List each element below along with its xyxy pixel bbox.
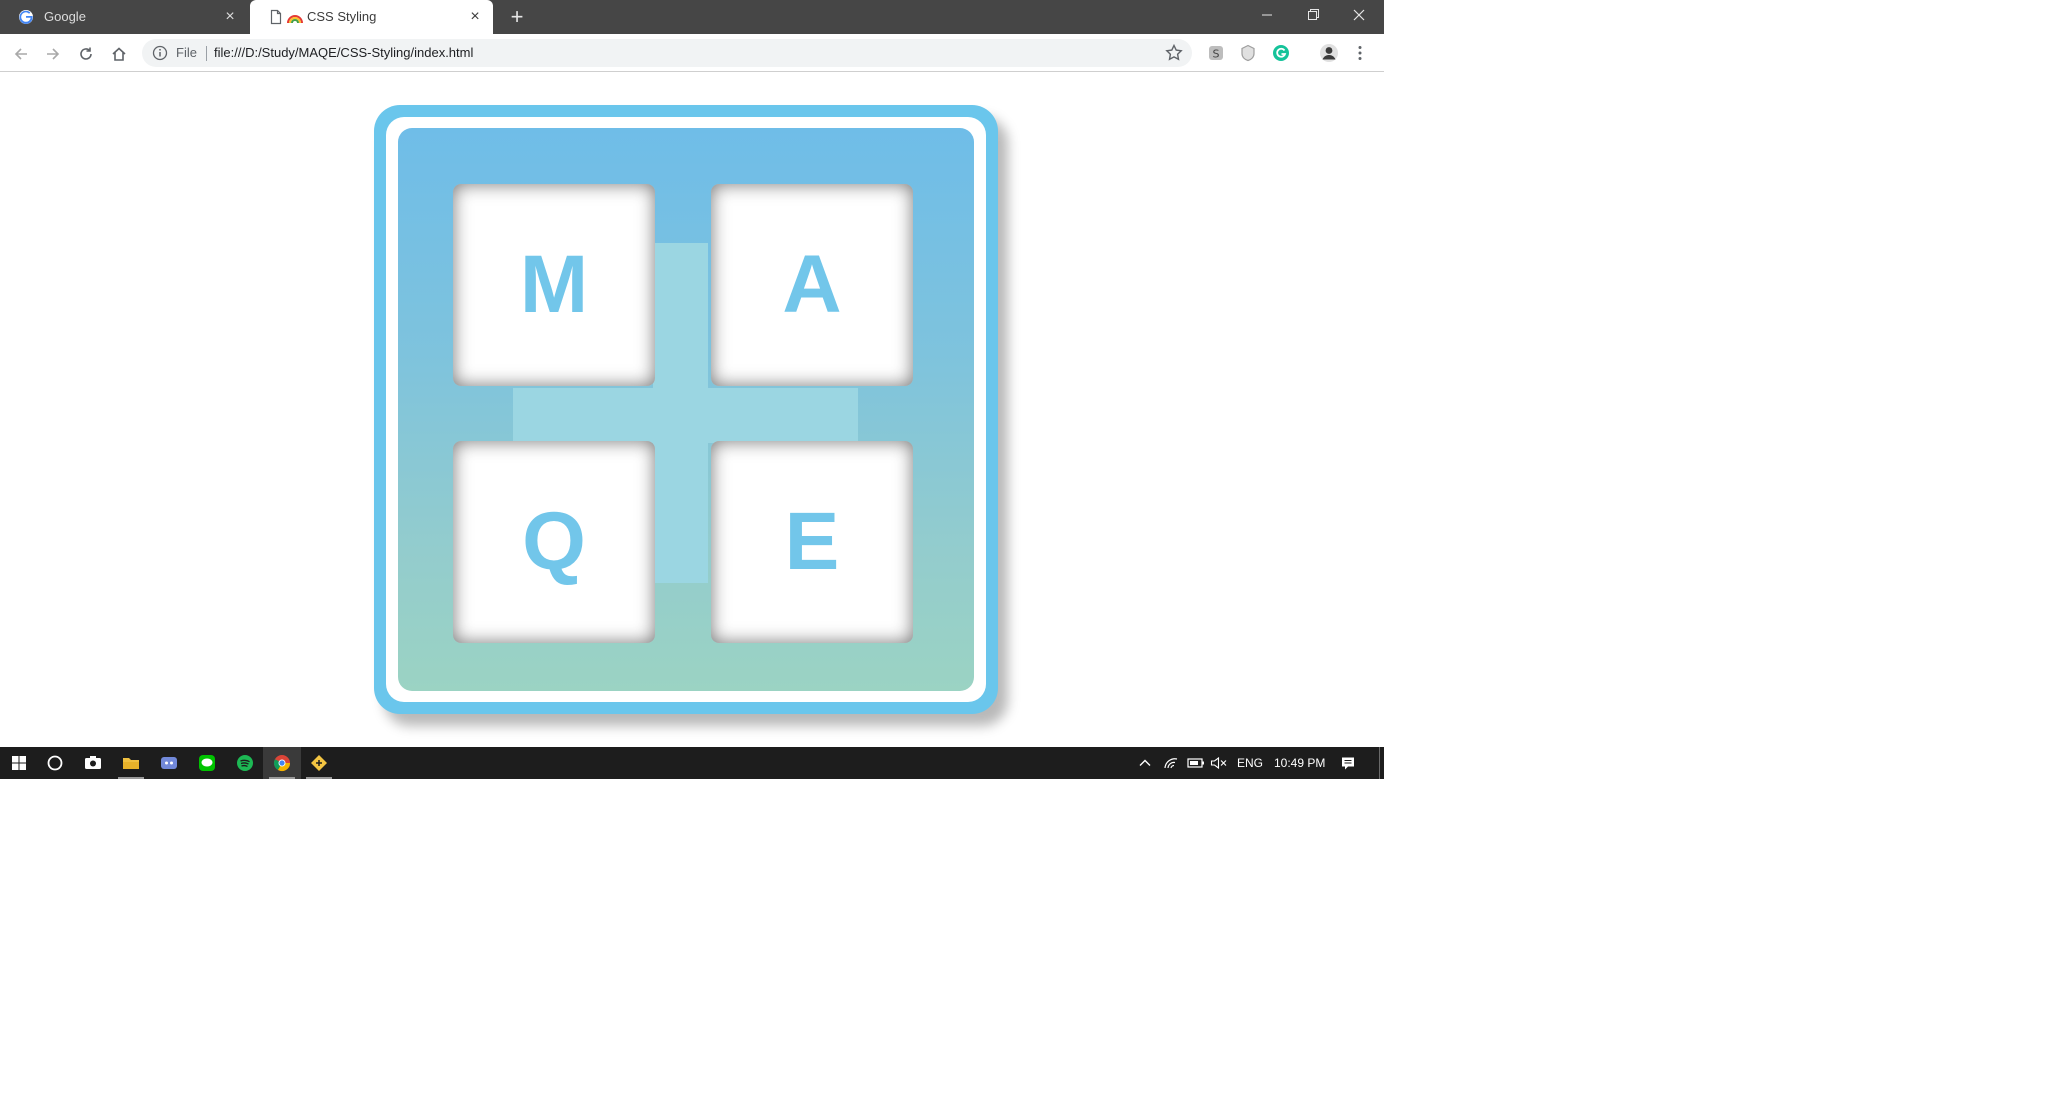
windows-logo-icon (12, 756, 26, 770)
taskbar-line[interactable] (188, 747, 226, 779)
letter-a: A (782, 239, 842, 330)
url-text[interactable]: file:///D:/Study/MAQE/CSS-Styling/index.… (214, 45, 473, 60)
discord-icon (161, 757, 177, 769)
tray-battery[interactable] (1187, 747, 1205, 779)
letter-card-q: Q (453, 441, 655, 643)
separator (206, 46, 207, 61)
frame-white-border: M A Q E (386, 117, 986, 702)
tab-title: Google (44, 9, 86, 24)
reload-button[interactable] (73, 41, 99, 67)
profile-avatar-icon[interactable] (1319, 43, 1339, 63)
back-button[interactable] (8, 41, 34, 67)
close-icon[interactable]: × (465, 7, 485, 27)
grammarly-icon[interactable] (1271, 43, 1291, 63)
arrow-right-icon (47, 48, 60, 60)
folder-icon (123, 758, 139, 769)
letter-card-m: M (453, 184, 655, 386)
extension-shield-icon[interactable] (1238, 43, 1258, 63)
star-icon[interactable] (1164, 43, 1184, 63)
cortana-circle-icon (47, 755, 63, 771)
restore-icon (1308, 9, 1319, 20)
volume-muted-icon (1210, 756, 1227, 770)
close-icon[interactable]: × (220, 7, 240, 27)
start-button[interactable] (0, 747, 38, 779)
letter-e: E (784, 496, 840, 587)
tray-network[interactable] (1163, 747, 1179, 779)
restore-button[interactable] (1290, 0, 1336, 30)
taskbar-spotify[interactable] (226, 747, 264, 779)
tab-google[interactable]: Google × (0, 0, 248, 34)
home-icon (112, 47, 126, 61)
cross-horizontal-bar (513, 388, 858, 443)
svg-text:S: S (1213, 48, 1220, 61)
letter-q: Q (522, 496, 586, 587)
close-window-button[interactable] (1336, 0, 1382, 30)
taskbar-chrome[interactable] (263, 747, 301, 779)
arrow-left-icon (14, 48, 27, 60)
screen: Google × CSS Styling × + File file:///D:… (0, 0, 2064, 1104)
letter-card-a: A (711, 184, 913, 386)
google-icon (19, 10, 33, 24)
desktop: Google × CSS Styling × + File file:///D:… (0, 0, 1384, 779)
frame-gradient-panel: M A Q E (398, 128, 974, 691)
page-viewport: M A Q E (0, 73, 1384, 747)
browser-toolbar: File file:///D:/Study/MAQE/CSS-Styling/i… (0, 34, 1384, 72)
scheme-label: File (176, 45, 197, 60)
camera-icon (85, 756, 101, 769)
wifi-icon (1164, 758, 1178, 769)
minimize-icon (1262, 14, 1272, 16)
tray-clock[interactable]: 10:49 PM (1274, 747, 1325, 779)
battery-icon (1187, 758, 1204, 768)
home-button[interactable] (106, 41, 132, 67)
show-desktop-divider[interactable] (1379, 747, 1380, 779)
tray-overflow[interactable] (1138, 747, 1152, 779)
cortana-button[interactable] (36, 747, 74, 779)
letter-m: M (519, 239, 589, 330)
taskbar-git-app[interactable] (300, 747, 338, 779)
chevron-up-icon (1139, 759, 1151, 766)
taskbar-discord[interactable] (150, 747, 188, 779)
info-icon[interactable] (152, 45, 168, 61)
action-center-button[interactable] (1340, 747, 1356, 779)
chrome-icon (274, 755, 291, 772)
address-bar[interactable]: File file:///D:/Study/MAQE/CSS-Styling/i… (142, 39, 1192, 67)
tab-title: CSS Styling (307, 9, 377, 24)
page-icon (270, 9, 282, 25)
tray-language[interactable]: ENG (1237, 747, 1263, 779)
windows-taskbar: ENG 10:49 PM (0, 747, 1384, 779)
line-chat-icon (199, 755, 215, 771)
forward-button[interactable] (40, 41, 66, 67)
maqe-frame: M A Q E (374, 105, 998, 714)
git-diamond-icon (311, 755, 327, 771)
notification-icon (1342, 757, 1354, 770)
tab-css-styling[interactable]: CSS Styling × (250, 0, 493, 34)
letter-card-e: E (711, 441, 913, 643)
close-icon (1353, 9, 1365, 21)
new-tab-button[interactable]: + (504, 4, 530, 30)
taskbar-file-explorer[interactable] (112, 747, 150, 779)
menu-dots-icon[interactable] (1350, 43, 1370, 63)
reload-icon (80, 47, 92, 60)
extension-s-icon[interactable]: S (1206, 43, 1226, 63)
browser-titlebar: Google × CSS Styling × + (0, 0, 1384, 34)
rainbow-icon (287, 15, 303, 24)
minimize-button[interactable] (1244, 0, 1290, 30)
spotify-icon (237, 755, 253, 771)
tray-volume[interactable] (1210, 747, 1228, 779)
taskbar-camera-app[interactable] (74, 747, 112, 779)
